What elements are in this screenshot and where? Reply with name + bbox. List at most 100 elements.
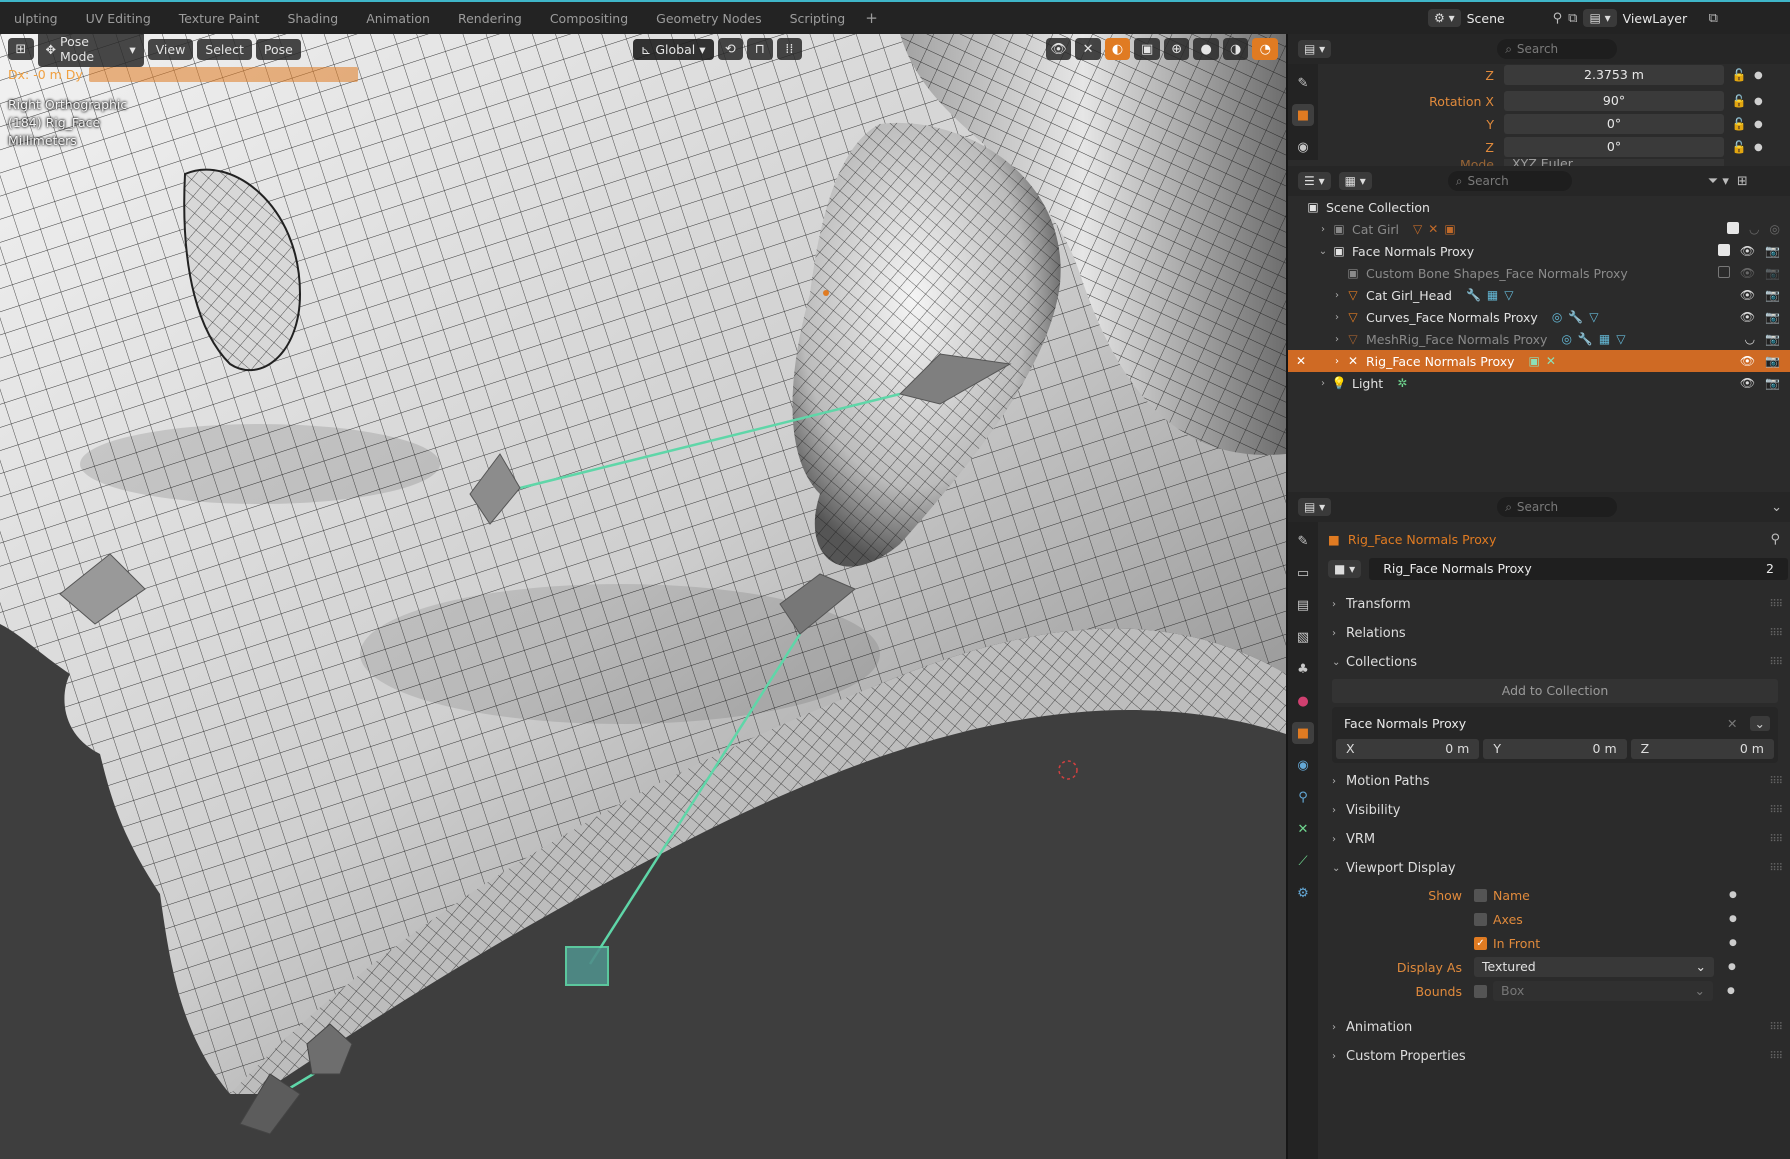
bone-tab-icon[interactable]: ⟋ xyxy=(1292,850,1314,872)
properties-search-input[interactable]: ⌕ Search xyxy=(1497,39,1618,59)
keyframe-dot-icon[interactable]: ● xyxy=(1754,119,1763,130)
location-z-field[interactable]: 2.3753 m xyxy=(1504,65,1724,85)
outliner-item-curves-face-normals-proxy[interactable]: › ▽ Curves_Face Normals Proxy ◎🔧▽ 👁 📷 xyxy=(1288,306,1790,328)
snap-icon[interactable]: ⊓ xyxy=(747,38,773,60)
drag-handle-icon[interactable]: ⠿⠿ xyxy=(1769,1022,1783,1033)
add-workspace-button[interactable]: + xyxy=(859,9,884,27)
drag-handle-icon[interactable]: ⠿⠿ xyxy=(1769,805,1783,816)
view-menu[interactable]: View xyxy=(147,38,194,60)
chevron-right-icon[interactable]: › xyxy=(1330,356,1344,367)
section-collections[interactable]: ⌄ Collections ⠿⠿ xyxy=(1324,648,1788,677)
material-shading-icon[interactable]: ◑ xyxy=(1222,38,1249,60)
camera-icon[interactable]: 📷 xyxy=(1765,288,1780,302)
camera-icon[interactable]: 📷 xyxy=(1765,354,1780,368)
duplicate-view-layer-icon[interactable]: ⧉ xyxy=(1709,11,1718,26)
object-browse-icon[interactable]: ■ ▾ xyxy=(1328,560,1362,578)
editor-type-icon[interactable]: ☰ ▾ xyxy=(1298,172,1331,190)
editor-type-icon[interactable]: ⊞ xyxy=(8,38,34,60)
eye-icon[interactable]: ◡ xyxy=(1749,222,1759,236)
in-front-checkbox[interactable]: ✓ xyxy=(1474,936,1487,950)
camera-icon[interactable]: ◎ xyxy=(1770,222,1780,236)
drag-handle-icon[interactable]: ⠿⠿ xyxy=(1769,1051,1783,1062)
chevron-right-icon[interactable]: › xyxy=(1330,312,1344,323)
display-mode-icon[interactable]: ▦ ▾ xyxy=(1338,172,1372,190)
outliner-item-face-normals-proxy[interactable]: ⌄ ▣ Face Normals Proxy 👁 📷 xyxy=(1288,240,1790,262)
collection-name-field[interactable]: Face Normals Proxy xyxy=(1344,716,1466,731)
keyframe-dot-icon[interactable]: ● xyxy=(1754,70,1763,81)
orientation-dropdown[interactable]: ⊾ Global ▾ xyxy=(632,38,714,60)
keyframe-dot-icon[interactable]: ● xyxy=(1729,938,1737,948)
section-animation[interactable]: › Animation ⠿⠿ xyxy=(1324,1013,1788,1042)
filter-icon[interactable]: ⏷ ▾ xyxy=(1708,174,1729,189)
include-checkbox[interactable] xyxy=(1717,266,1730,278)
drag-handle-icon[interactable]: ⠿⠿ xyxy=(1769,863,1783,874)
lock-icon[interactable]: 🔓 xyxy=(1724,94,1754,108)
pivot-icon[interactable]: ⟲ xyxy=(717,38,744,60)
gizmo-icon[interactable]: ✕ xyxy=(1075,38,1101,60)
physics-tab-icon[interactable]: ◉ xyxy=(1292,136,1314,158)
camera-icon[interactable]: 📷 xyxy=(1765,244,1780,258)
tab-sculpting[interactable]: ulpting xyxy=(0,2,72,34)
tool-tab-icon[interactable]: ✎ xyxy=(1292,72,1314,94)
chevron-right-icon[interactable]: › xyxy=(1316,224,1330,235)
world-tab-icon[interactable]: ● xyxy=(1292,690,1314,712)
camera-icon[interactable]: 📷 xyxy=(1765,376,1780,390)
snap-target-icon[interactable]: ⁞⁞ xyxy=(776,38,803,60)
tab-scripting[interactable]: Scripting xyxy=(776,2,860,34)
section-viewport-display[interactable]: ⌄ Viewport Display ⠿⠿ xyxy=(1324,854,1788,883)
drag-handle-icon[interactable]: ⠿⠿ xyxy=(1769,834,1783,845)
scene-name-field[interactable]: Scene xyxy=(1467,11,1547,26)
outliner-item-light[interactable]: › 💡 Light ✲ 👁 📷 xyxy=(1288,372,1790,394)
solid-shading-icon[interactable]: ● xyxy=(1193,38,1219,60)
name-checkbox[interactable] xyxy=(1474,888,1487,902)
lock-icon[interactable]: 🔓 xyxy=(1724,117,1754,131)
render-tab-icon[interactable]: ▭ xyxy=(1292,562,1314,584)
chevron-right-icon[interactable]: › xyxy=(1330,334,1344,345)
new-collection-icon[interactable]: ⊞ xyxy=(1737,174,1748,189)
display-as-dropdown[interactable]: Textured ⌄ xyxy=(1474,957,1714,977)
drag-handle-icon[interactable]: ⠿⠿ xyxy=(1769,776,1783,787)
rotation-y-field[interactable]: 0° xyxy=(1504,114,1724,134)
chevron-right-icon[interactable]: › xyxy=(1316,378,1330,389)
keyframe-dot-icon[interactable]: ● xyxy=(1729,890,1737,900)
scene-tab-icon[interactable]: ♣ xyxy=(1292,658,1314,680)
bounds-dropdown[interactable]: Box ⌄ xyxy=(1493,981,1713,1001)
camera-icon[interactable]: 📷 xyxy=(1765,332,1780,346)
bounds-checkbox[interactable] xyxy=(1474,984,1487,998)
axes-checkbox[interactable] xyxy=(1474,912,1487,926)
close-icon[interactable]: ✕ xyxy=(1727,716,1737,731)
outliner-root-row[interactable]: ▣ Scene Collection xyxy=(1288,196,1790,218)
tab-shading[interactable]: Shading xyxy=(273,2,352,34)
offset-z-field[interactable]: Z 0 m xyxy=(1630,739,1774,759)
add-to-collection-button[interactable]: Add to Collection xyxy=(1332,679,1778,703)
editor-type-icon[interactable]: ▤ ▾ xyxy=(1298,498,1332,516)
view-layer-name-field[interactable]: ViewLayer xyxy=(1623,11,1703,26)
outliner-item-meshrig-face-normals-proxy[interactable]: › ▽ MeshRig_Face Normals Proxy ◎🔧▦▽ ◡ 📷 xyxy=(1288,328,1790,350)
lock-icon[interactable]: 🔓 xyxy=(1724,140,1754,154)
section-motion-paths[interactable]: › Motion Paths ⠿⠿ xyxy=(1324,767,1788,796)
view-layer-tab-icon[interactable]: ▧ xyxy=(1292,626,1314,648)
eye-hidden-icon[interactable]: ◡ xyxy=(1745,332,1755,346)
include-checkbox[interactable] xyxy=(1727,222,1740,234)
section-custom-properties[interactable]: › Custom Properties ⠿⠿ xyxy=(1324,1042,1788,1071)
pose-menu[interactable]: Pose xyxy=(255,38,301,60)
tab-texture-paint[interactable]: Texture Paint xyxy=(165,2,274,34)
overlay-icon[interactable]: ◐ xyxy=(1104,38,1131,60)
keyframe-dot-icon[interactable]: ● xyxy=(1754,96,1763,107)
outliner-search-input[interactable]: ⌕ Search xyxy=(1447,171,1572,191)
offset-y-field[interactable]: Y 0 m xyxy=(1483,739,1627,759)
pin-icon[interactable]: ⚲ xyxy=(1553,11,1563,26)
outliner-item-cat-girl-head[interactable]: › ▽ Cat Girl_Head 🔧▦▽ 👁 📷 xyxy=(1288,284,1790,306)
keyframe-dot-icon[interactable]: ● xyxy=(1729,914,1737,924)
eye-icon[interactable]: 👁 xyxy=(1740,244,1755,258)
object-name-field[interactable]: Rig_Face Normals Proxy 2 xyxy=(1369,558,1788,580)
editor-type-icon[interactable]: ▤ ▾ xyxy=(1298,40,1332,58)
constraints-tab-icon[interactable]: ⚲ xyxy=(1292,786,1314,808)
physics-tab-icon[interactable]: ◉ xyxy=(1292,754,1314,776)
rotation-z-field[interactable]: 0° xyxy=(1504,137,1724,157)
tab-geometry-nodes[interactable]: Geometry Nodes xyxy=(642,2,775,34)
rotation-x-field[interactable]: 90° xyxy=(1504,91,1724,111)
section-transform[interactable]: › Transform ⠿⠿ xyxy=(1324,590,1788,619)
drag-handle-icon[interactable]: ⠿⠿ xyxy=(1769,599,1783,610)
chevron-down-icon[interactable]: ⌄ xyxy=(1316,246,1330,257)
